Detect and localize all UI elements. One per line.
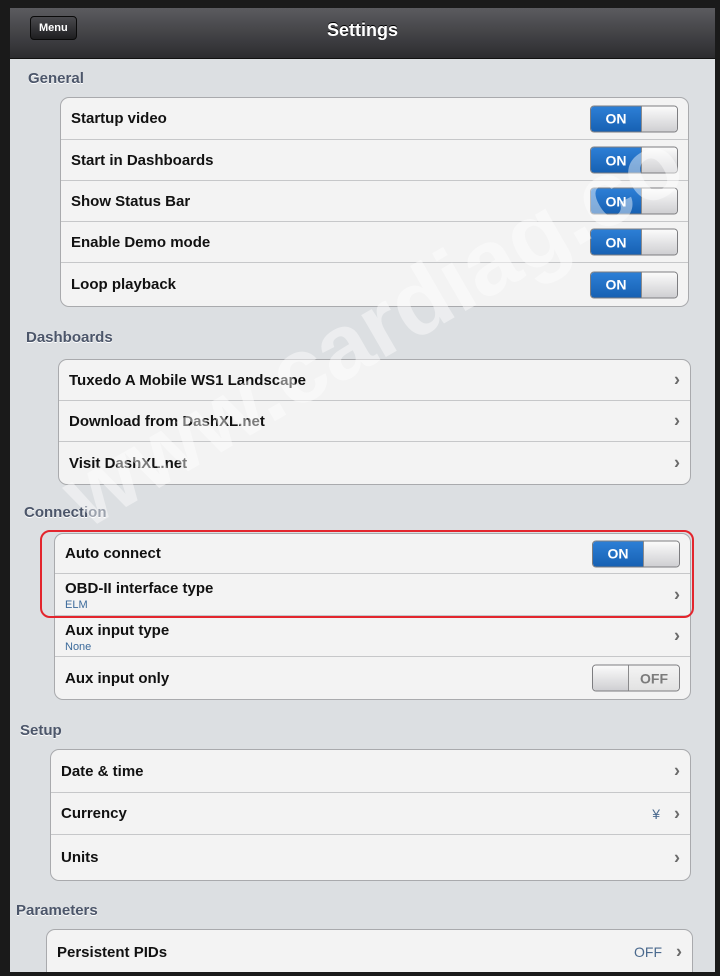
chevron-right-icon: › bbox=[674, 369, 680, 390]
show-status-bar-toggle[interactable]: ON bbox=[590, 187, 678, 215]
section-header-dashboards: Dashboards bbox=[26, 329, 113, 346]
chevron-right-icon: › bbox=[674, 760, 680, 781]
section-header-setup: Setup bbox=[20, 722, 62, 739]
chevron-right-icon: › bbox=[674, 625, 680, 646]
row-label: Units bbox=[61, 849, 99, 866]
row-label: Persistent PIDs bbox=[57, 943, 168, 961]
row-label: Auto connect bbox=[65, 545, 161, 562]
row-currency[interactable]: Currency ¥ › bbox=[51, 793, 690, 835]
row-sublabel: None bbox=[65, 641, 92, 653]
row-aux-input-type[interactable]: Aux input type None › bbox=[55, 616, 690, 657]
currency-value: ¥ bbox=[652, 805, 660, 822]
chevron-right-icon: › bbox=[674, 803, 680, 823]
toggle-state: OFF bbox=[629, 665, 679, 691]
row-persistent-pids[interactable]: Persistent PIDs OFF › bbox=[47, 930, 692, 972]
row-label: Visit DashXL.net bbox=[69, 454, 188, 472]
toggle-knob bbox=[641, 147, 677, 173]
toggle-state: ON bbox=[591, 272, 641, 297]
row-label: Show Status Bar bbox=[71, 192, 191, 210]
row-obd-interface-type[interactable]: OBD-II interface type ELM › bbox=[55, 574, 690, 616]
startup-video-toggle[interactable]: ON bbox=[590, 105, 678, 132]
row-label: Currency bbox=[61, 805, 127, 822]
start-in-dashboards-toggle[interactable]: ON bbox=[590, 146, 678, 174]
chevron-right-icon: › bbox=[674, 452, 680, 473]
chevron-right-icon: › bbox=[674, 847, 680, 867]
toggle-state: ON bbox=[591, 147, 641, 173]
chevron-right-icon: › bbox=[676, 941, 682, 962]
aux-input-only-toggle[interactable]: OFF bbox=[592, 664, 680, 692]
toggle-knob bbox=[593, 665, 629, 691]
section-header-connection: Connection bbox=[24, 504, 107, 521]
row-sublabel: ELM bbox=[65, 599, 88, 611]
section-header-general: General bbox=[28, 70, 84, 87]
row-startup-video: Startup video ON bbox=[61, 98, 688, 140]
loop-playback-toggle[interactable]: ON bbox=[590, 271, 678, 298]
parameters-group: Persistent PIDs OFF › bbox=[46, 929, 693, 972]
row-label: Loop playback bbox=[71, 276, 177, 293]
toggle-state: ON bbox=[591, 229, 641, 255]
row-enable-demo-mode: Enable Demo mode ON bbox=[61, 222, 688, 263]
toggle-state: ON bbox=[591, 106, 641, 131]
row-visit-dashxl[interactable]: Visit DashXL.net › bbox=[59, 442, 690, 484]
toggle-knob bbox=[641, 188, 677, 214]
chevron-right-icon: › bbox=[674, 584, 680, 604]
row-label: Start in Dashboards bbox=[71, 151, 214, 169]
setup-group: Date & time › Currency ¥ › Units › bbox=[50, 749, 691, 881]
row-loop-playback: Loop playback ON bbox=[61, 263, 688, 306]
enable-demo-mode-toggle[interactable]: ON bbox=[590, 228, 678, 256]
toggle-knob bbox=[641, 272, 677, 297]
row-title: OBD-II interface type bbox=[65, 580, 214, 597]
row-units[interactable]: Units › bbox=[51, 835, 690, 880]
toggle-state: ON bbox=[593, 541, 643, 566]
row-label: Startup video bbox=[71, 110, 167, 127]
settings-screen: Menu Settings General Startup video ON S… bbox=[10, 8, 715, 972]
toggle-state: ON bbox=[591, 188, 641, 214]
general-group: Startup video ON Start in Dashboards ON … bbox=[60, 97, 689, 307]
toggle-knob bbox=[641, 106, 677, 131]
section-header-parameters: Parameters bbox=[16, 902, 98, 919]
connection-group: Auto connect ON OBD-II interface type EL… bbox=[54, 533, 691, 700]
row-title: Aux input type bbox=[65, 622, 170, 639]
row-label: Date & time bbox=[61, 762, 144, 780]
persistent-pids-value: OFF bbox=[634, 944, 662, 960]
row-label: OBD-II interface type ELM bbox=[65, 580, 213, 611]
row-show-status-bar: Show Status Bar ON bbox=[61, 181, 688, 222]
dashboards-group: Tuxedo A Mobile WS1 Landscape › Download… bbox=[58, 359, 691, 485]
row-label: Enable Demo mode bbox=[71, 233, 211, 251]
auto-connect-toggle[interactable]: ON bbox=[592, 540, 680, 567]
navigation-bar: Menu Settings bbox=[10, 8, 715, 59]
toggle-knob bbox=[641, 229, 677, 255]
row-aux-input-only: Aux input only OFF bbox=[55, 657, 690, 699]
row-label: Aux input only bbox=[65, 669, 170, 687]
row-auto-connect: Auto connect ON bbox=[55, 534, 690, 574]
row-label: Aux input type None bbox=[65, 622, 169, 653]
page-title: Settings bbox=[326, 20, 398, 40]
chevron-right-icon: › bbox=[674, 410, 680, 431]
row-label: Tuxedo A Mobile WS1 Landscape bbox=[69, 371, 306, 389]
row-tuxedo-dashboard[interactable]: Tuxedo A Mobile WS1 Landscape › bbox=[59, 360, 690, 401]
row-start-in-dashboards: Start in Dashboards ON bbox=[61, 140, 688, 181]
row-label: Download from DashXL.net bbox=[69, 412, 265, 430]
toggle-knob bbox=[643, 541, 679, 566]
row-download-dashxl[interactable]: Download from DashXL.net › bbox=[59, 401, 690, 442]
row-date-time[interactable]: Date & time › bbox=[51, 750, 690, 793]
